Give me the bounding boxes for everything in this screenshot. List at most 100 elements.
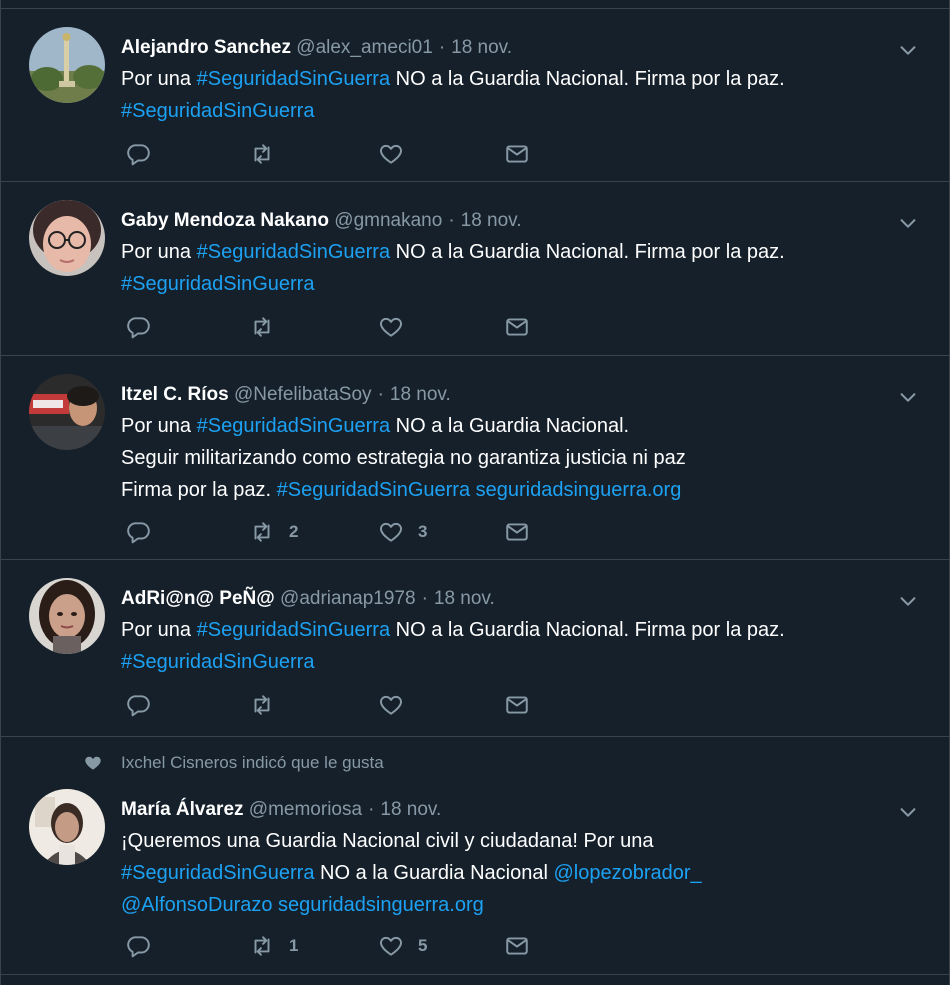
tweet-date[interactable]: 18 nov. <box>451 37 512 58</box>
heart-icon <box>380 144 402 164</box>
retweet-icon <box>254 695 270 715</box>
tweet-text-line: Por una #SeguridadSinGuerra NO a la Guar… <box>121 63 889 95</box>
tweet-text-segment: Firma por la paz. <box>121 479 277 501</box>
reply-icon <box>127 695 150 717</box>
display-name[interactable]: Itzel C. Ríos <box>121 384 229 405</box>
hashtag-link[interactable]: #SeguridadSinGuerra <box>121 862 314 884</box>
heart-filled-icon <box>85 756 101 770</box>
heart-icon <box>380 695 402 715</box>
direct-message-button[interactable] <box>504 314 530 340</box>
avatar[interactable] <box>29 578 105 654</box>
avatar[interactable] <box>29 374 105 450</box>
tweet-header: Alejandro Sanchez @alex_ameci01 · 18 nov. <box>121 36 512 60</box>
user-handle[interactable]: @NefelibataSoy <box>234 384 372 405</box>
tweet-text-line: #SeguridadSinGuerra <box>121 268 889 300</box>
retweet-button[interactable] <box>249 141 289 167</box>
url-link[interactable]: seguridadsinguerra.org <box>476 479 682 501</box>
chevron-down-icon[interactable] <box>897 590 919 612</box>
tweet-text-line: @AlfonsoDurazo seguridadsinguerra.org <box>121 889 889 921</box>
direct-message-button[interactable] <box>504 692 530 718</box>
retweet-count: 2 <box>289 522 299 541</box>
tweet-text-segment: Por una <box>121 241 197 263</box>
tweet[interactable]: Gaby Mendoza Nakano @gmnakano · 18 nov. Po… <box>1 182 949 356</box>
hashtag-link[interactable]: #SeguridadSinGuerra <box>197 415 390 437</box>
reply-button[interactable] <box>125 519 151 545</box>
tweet-date[interactable]: 18 nov. <box>434 588 495 609</box>
tweet-text-line: Firma por la paz. #SeguridadSinGuerra se… <box>121 474 889 506</box>
tweet-text-segment: NO a la Guardia Nacional. Firma por la p… <box>390 619 785 641</box>
avatar[interactable] <box>29 789 105 865</box>
retweet-button[interactable]: 2 <box>249 519 298 545</box>
tweet-text-line: #SeguridadSinGuerra NO a la Guardia Naci… <box>121 857 889 889</box>
reply-button[interactable] <box>125 933 151 959</box>
user-handle[interactable]: @alex_ameci01 <box>296 37 433 58</box>
tweet-text-segment: Por una <box>121 415 197 437</box>
retweet-button[interactable]: 1 <box>249 933 298 959</box>
tweet-text-segment: Por una <box>121 619 197 641</box>
hashtag-link[interactable]: #SeguridadSinGuerra <box>277 479 470 501</box>
tweet-text-segment: NO a la Guardia Nacional <box>314 862 554 884</box>
tweet[interactable]: AdRi@n@ PeÑ@ @adrianap1978 · 18 nov. Por u… <box>1 560 949 737</box>
avatar[interactable] <box>29 27 105 103</box>
heart-icon <box>380 317 402 337</box>
tweet-actions <box>125 692 545 718</box>
display-name[interactable]: AdRi@n@ PeÑ@ <box>121 588 275 609</box>
hashtag-link[interactable]: #SeguridadSinGuerra <box>197 68 390 90</box>
avatar[interactable] <box>29 200 105 276</box>
tweet-text-segment: ¡Queremos una Guardia Nacional civil y c… <box>121 830 654 852</box>
retweet-icon <box>254 144 270 164</box>
user-handle[interactable]: @memoriosa <box>249 799 362 820</box>
hashtag-link[interactable]: #SeguridadSinGuerra <box>121 273 314 295</box>
heart-icon <box>380 522 402 542</box>
envelope-icon <box>506 523 528 541</box>
tweet-actions: 2 3 <box>125 519 545 545</box>
chevron-down-icon[interactable] <box>897 39 919 61</box>
tweet-date[interactable]: 18 nov. <box>390 384 451 405</box>
reply-button[interactable] <box>125 314 151 340</box>
reply-button[interactable] <box>125 141 151 167</box>
mention-link[interactable]: @AlfonsoDurazo <box>121 894 272 916</box>
tweet-date[interactable]: 18 nov. <box>461 210 522 231</box>
tweet[interactable]: Ixchel Cisneros indicó que le gusta Marí… <box>1 737 949 975</box>
separator-dot: · <box>438 37 446 58</box>
user-handle[interactable]: @adrianap1978 <box>280 588 416 609</box>
mention-link[interactable]: @lopezobrador_ <box>553 862 701 884</box>
like-button[interactable]: 3 <box>378 519 427 545</box>
tweet-header: Gaby Mendoza Nakano @gmnakano · 18 nov. <box>121 209 522 233</box>
tweet-actions: 1 5 <box>125 933 545 959</box>
tweet-header: María Álvarez @memoriosa · 18 nov. <box>121 798 441 822</box>
retweet-button[interactable] <box>249 314 289 340</box>
display-name[interactable]: María Álvarez <box>121 799 244 820</box>
chevron-down-icon[interactable] <box>897 801 919 823</box>
social-context-text[interactable]: Ixchel Cisneros indicó que le gusta <box>121 753 384 773</box>
direct-message-button[interactable] <box>504 933 530 959</box>
user-handle[interactable]: @gmnakano <box>334 210 442 231</box>
url-link[interactable]: seguridadsinguerra.org <box>278 894 484 916</box>
tweet-text: Por una #SeguridadSinGuerra NO a la Guar… <box>121 614 889 678</box>
tweet[interactable]: Itzel C. Ríos @NefelibataSoy · 18 nov. Por… <box>1 356 949 560</box>
hashtag-link[interactable]: #SeguridadSinGuerra <box>121 651 314 673</box>
tweet[interactable]: Alejandro Sanchez @alex_ameci01 · 18 nov. … <box>1 9 949 182</box>
hashtag-link[interactable]: #SeguridadSinGuerra <box>121 100 314 122</box>
tweet-text-line: Por una #SeguridadSinGuerra NO a la Guar… <box>121 614 889 646</box>
tweet-text: ¡Queremos una Guardia Nacional civil y c… <box>121 825 889 921</box>
envelope-icon <box>506 937 528 955</box>
direct-message-button[interactable] <box>504 519 530 545</box>
reply-icon <box>127 936 150 958</box>
chevron-down-icon[interactable] <box>897 386 919 408</box>
like-button[interactable] <box>378 692 418 718</box>
like-button[interactable]: 5 <box>378 933 427 959</box>
like-button[interactable] <box>378 314 418 340</box>
display-name[interactable]: Alejandro Sanchez <box>121 37 291 58</box>
envelope-icon <box>506 145 528 163</box>
direct-message-button[interactable] <box>504 141 530 167</box>
chevron-down-icon[interactable] <box>897 212 919 234</box>
retweet-button[interactable] <box>249 692 289 718</box>
tweet-date[interactable]: 18 nov. <box>380 799 441 820</box>
separator-dot: · <box>377 384 384 405</box>
reply-button[interactable] <box>125 692 151 718</box>
hashtag-link[interactable]: #SeguridadSinGuerra <box>197 619 390 641</box>
hashtag-link[interactable]: #SeguridadSinGuerra <box>197 241 390 263</box>
like-button[interactable] <box>378 141 418 167</box>
display-name[interactable]: Gaby Mendoza Nakano <box>121 210 329 231</box>
